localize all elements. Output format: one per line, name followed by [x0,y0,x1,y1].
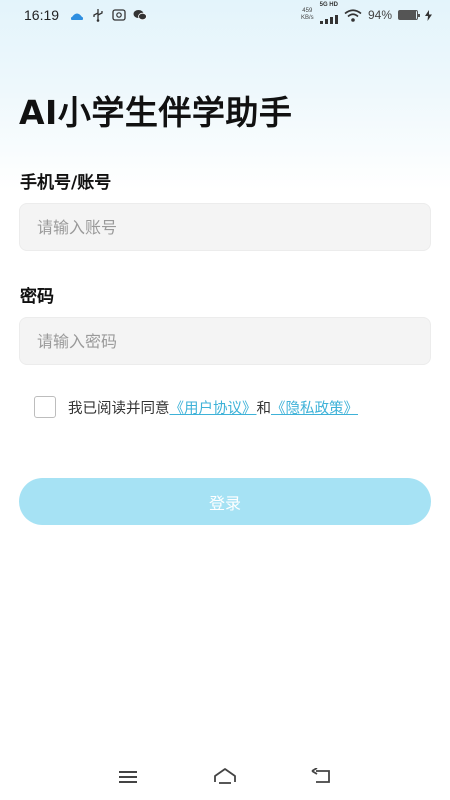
app-title: AI小学生伴学助手 [19,93,293,132]
wifi-icon [344,8,362,22]
back-button[interactable] [302,763,342,793]
usb-icon [91,8,105,22]
back-icon [311,767,333,788]
status-right: 459 KB/s 5G HD 94% [301,2,432,28]
wechat-icon [133,8,147,22]
status-time: 16:19 [24,7,60,23]
status-left: 16:19 [24,7,147,23]
account-input[interactable] [19,203,431,251]
status-bar: 16:19 459 KB/s 5G HD 94% [0,0,450,30]
baidu-netdisk-icon [70,8,84,22]
agreement-conjunction: 和 [256,400,272,417]
screenshot-icon [112,8,126,22]
menu-button[interactable] [108,763,148,793]
login-button[interactable]: 登录 [19,478,431,525]
home-icon [213,768,237,788]
menu-icon [118,769,138,788]
system-nav-bar [0,756,450,800]
user-agreement-link[interactable]: 《用户协议》 [170,397,257,418]
agreement-row: 我已阅读并同意 《用户协议》 和 《隐私政策》 [34,396,358,418]
home-button[interactable] [205,763,245,793]
charging-icon [424,8,432,22]
net-speed: 459 KB/s [301,8,314,22]
net-speed-unit: KB/s [300,15,314,21]
account-label: 手机号/账号 [20,173,112,193]
cell-signal: 5G HD [319,2,338,28]
network-badge: 5G HD [319,2,338,8]
password-input[interactable] [19,317,431,365]
password-label: 密码 [20,287,54,307]
signal-icon [319,9,338,28]
battery-percent: 94% [367,8,392,22]
agreement-prefix: 我已阅读并同意 [68,400,170,417]
battery-icon [398,10,420,20]
privacy-policy-link[interactable]: 《隐私政策》 [271,397,358,418]
agreement-checkbox[interactable] [34,396,56,418]
net-speed-value: 459 [302,8,313,14]
battery-fill [399,11,416,19]
